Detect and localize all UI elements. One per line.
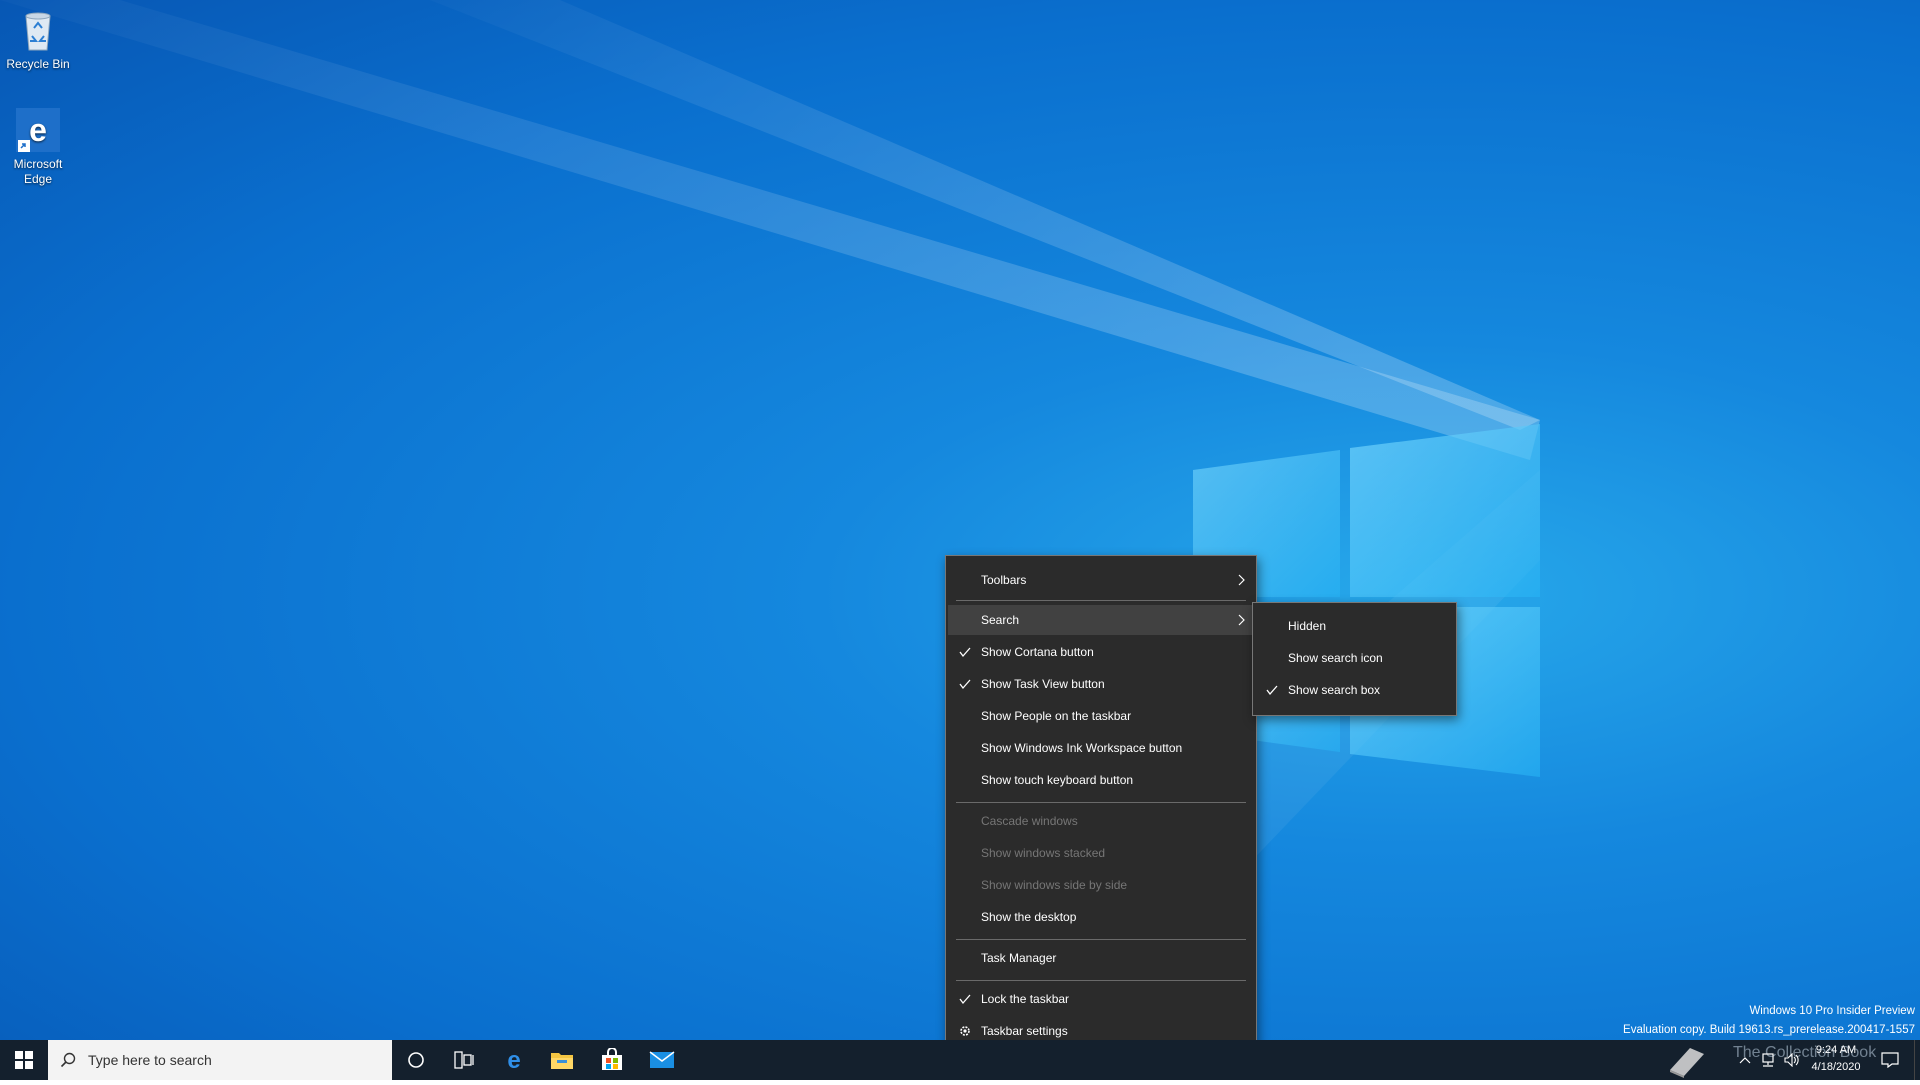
taskbar-search-box[interactable]: Type here to search [48, 1040, 392, 1080]
menu-item-show-people[interactable]: Show People on the taskbar [948, 701, 1254, 731]
menu-separator [956, 600, 1246, 601]
taskbar[interactable]: Type here to search e The Collection Boo… [0, 1040, 1920, 1080]
desktop-icon-edge[interactable]: e Microsoft Edge [0, 106, 76, 187]
checkmark-icon [958, 669, 972, 699]
menu-item-show-touch-keyboard[interactable]: Show touch keyboard button [948, 765, 1254, 795]
menu-item-label: Show touch keyboard button [981, 773, 1134, 787]
edge-icon: e [14, 106, 62, 154]
menu-item-task-manager[interactable]: Task Manager [948, 943, 1254, 973]
show-hidden-icons-button[interactable] [1734, 1040, 1756, 1080]
windows-logo-icon [15, 1051, 33, 1069]
collection-book-logo [1662, 1040, 1710, 1080]
search-icon [60, 1052, 76, 1068]
svg-text:e: e [29, 112, 47, 148]
menu-item-show-task-view-button[interactable]: Show Task View button [948, 669, 1254, 699]
menu-item-label: Show the desktop [981, 910, 1077, 924]
menu-item-label: Show Task View button [981, 677, 1105, 691]
taskbar-app-file-explorer[interactable] [538, 1040, 586, 1080]
clock-date: 4/18/2020 [1811, 1061, 1861, 1073]
submenu-item-show-search-box[interactable]: Show search box [1255, 675, 1454, 705]
menu-item-show-the-desktop[interactable]: Show the desktop [948, 902, 1254, 932]
network-icon [1762, 1053, 1774, 1067]
show-desktop-button[interactable] [1914, 1040, 1920, 1080]
submenu-item-label: Show search icon [1288, 651, 1383, 665]
network-button[interactable] [1756, 1040, 1780, 1080]
task-view-button[interactable] [440, 1040, 488, 1080]
submenu-item-show-search-icon[interactable]: Show search icon [1255, 643, 1454, 673]
checkmark-icon [958, 984, 972, 1014]
chevron-right-icon [1236, 565, 1246, 595]
watermark-line2: Evaluation copy. Build 19613.rs_prerelea… [1623, 1024, 1915, 1036]
taskbar-context-menu: Toolbars Search Show Cortana button Show… [945, 555, 1257, 1056]
edge-icon: e [507, 1048, 520, 1072]
menu-separator [956, 939, 1246, 940]
cortana-button[interactable] [392, 1040, 440, 1080]
menu-item-label: Taskbar settings [981, 1024, 1068, 1038]
clock-button[interactable]: 9:24 AM 4/18/2020 [1804, 1040, 1868, 1080]
taskbar-app-store[interactable] [588, 1040, 636, 1080]
menu-item-show-cortana-button[interactable]: Show Cortana button [948, 637, 1254, 667]
menu-item-lock-the-taskbar[interactable]: Lock the taskbar [948, 984, 1254, 1014]
notification-icon [1881, 1052, 1899, 1068]
menu-item-label: Show Cortana button [981, 645, 1094, 659]
menu-item-label: Toolbars [981, 573, 1027, 587]
menu-item-label: Show windows side by side [981, 878, 1128, 892]
watermark-line1: Windows 10 Pro Insider Preview [1749, 1005, 1915, 1017]
menu-item-show-windows-side-by-side: Show windows side by side [948, 870, 1254, 900]
volume-icon [1784, 1053, 1799, 1067]
svg-text:e: e [507, 1048, 520, 1072]
file-explorer-icon [551, 1053, 573, 1069]
submenu-item-label: Show search box [1288, 683, 1381, 697]
menu-item-show-ink-workspace[interactable]: Show Windows Ink Workspace button [948, 733, 1254, 763]
chevron-right-icon [1236, 605, 1246, 635]
action-center-button[interactable] [1870, 1040, 1910, 1080]
menu-item-label: Show People on the taskbar [981, 709, 1132, 723]
desktop-icon-recycle-bin[interactable]: Recycle Bin [0, 6, 76, 72]
menu-item-search[interactable]: Search [948, 605, 1254, 635]
menu-separator [956, 802, 1246, 803]
menu-item-label: Show windows stacked [981, 846, 1106, 860]
desktop-icon-label: Microsoft Edge [13, 157, 63, 186]
menu-item-label: Show Windows Ink Workspace button [981, 741, 1183, 755]
menu-item-label: Cascade windows [981, 814, 1078, 828]
volume-button[interactable] [1780, 1040, 1804, 1080]
menu-item-label: Search [981, 613, 1020, 627]
submenu-item-label: Hidden [1288, 619, 1327, 633]
checkmark-icon [1265, 675, 1279, 705]
submenu-item-hidden[interactable]: Hidden [1255, 611, 1454, 641]
menu-item-label: Lock the taskbar [981, 992, 1070, 1006]
checkmark-icon [958, 637, 972, 667]
menu-item-label: Task Manager [981, 951, 1057, 965]
mail-icon [649, 1051, 675, 1068]
menu-item-cascade-windows: Cascade windows [948, 806, 1254, 836]
chevron-up-icon [1739, 1057, 1751, 1064]
taskbar-app-mail[interactable] [638, 1040, 686, 1080]
menu-item-toolbars[interactable]: Toolbars [948, 565, 1254, 595]
store-icon [602, 1048, 622, 1070]
taskbar-app-edge[interactable]: e [490, 1040, 538, 1080]
desktop-icon-label: Recycle Bin [6, 57, 70, 71]
menu-separator [956, 980, 1246, 981]
menu-item-show-windows-stacked: Show windows stacked [948, 838, 1254, 868]
start-button[interactable] [0, 1040, 48, 1080]
cortana-icon [408, 1052, 424, 1068]
task-view-icon [454, 1051, 474, 1069]
recycle-bin-icon [14, 6, 62, 54]
search-submenu: Hidden Show search icon Show search box [1252, 602, 1457, 716]
clock-time: 9:24 AM [1815, 1044, 1857, 1056]
search-placeholder: Type here to search [88, 1052, 212, 1068]
